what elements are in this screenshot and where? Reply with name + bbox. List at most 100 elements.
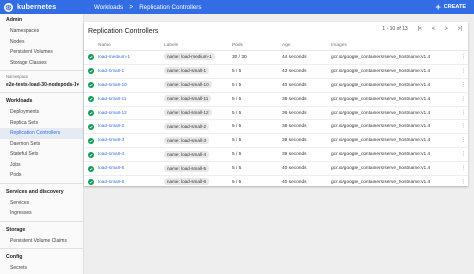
image: gcr.io/google_containers/serve_hostname:… [331,138,431,144]
sidebar-item-storage-classes[interactable]: Storage Classes [0,58,83,69]
image: gcr.io/google_containers/serve_hostname:… [331,110,431,116]
rc-name-link[interactable]: load-small-2 [98,124,164,129]
sidebar-item-namespaces[interactable]: Namespaces [0,26,83,37]
check-circle-icon [88,179,94,186]
sidebar-item-ingresses[interactable]: Ingresses [0,208,83,219]
breadcrumb-workloads[interactable]: Workloads [94,4,123,11]
age: 40 seconds [282,179,307,185]
age: 39 seconds [282,138,307,144]
pods-count: 30 / 30 [232,54,247,60]
more-vert-icon[interactable]: ⋮ [459,55,468,60]
header-images: Images [331,43,347,48]
rc-name-link[interactable]: load-small-1 [98,69,164,74]
sidebar-item-daemon-sets[interactable]: Daemon Sets [0,139,83,150]
sidebar-heading-discovery[interactable]: Services and discovery [0,186,83,198]
namespace-select[interactable]: e2e-tests-load-30-nodepods-1- ▾ [0,80,83,90]
label-chip: name: load-small-11 [164,95,212,103]
rc-name-link[interactable]: load-small-4 [98,152,164,157]
sidebar-heading-storage[interactable]: Storage [0,224,83,236]
sidebar-item-persistent-volumes[interactable]: Persistent Volumes [0,47,83,58]
next-page-icon[interactable]: > [445,26,448,32]
check-circle-icon [88,151,94,158]
divider [0,70,83,71]
rc-name-link[interactable]: load-small-6 [98,180,164,185]
image: gcr.io/google_containers/serve_hostname:… [331,82,431,88]
table-row: load-small-4 name: load-small-4 5 / 5 39… [84,148,468,163]
image: gcr.io/google_containers/serve_hostname:… [331,54,431,60]
check-circle-icon [88,165,94,172]
sidebar-item-persistent-volume-claims[interactable]: Persistent Volume Claims [0,236,83,247]
sidebar-item-jobs[interactable]: Jobs [0,160,83,171]
create-button[interactable]: + CREATE [436,0,466,14]
divider [0,92,83,93]
rc-table: Name Labels Pods Age Images load-medium-… [84,42,468,190]
check-circle-icon [88,54,94,61]
more-vert-icon[interactable]: ⋮ [459,124,468,129]
more-vert-icon[interactable]: ⋮ [459,166,468,171]
image: gcr.io/google_containers/serve_hostname:… [331,152,431,158]
age: 43 seconds [282,68,307,74]
header-age[interactable]: Age [282,42,331,50]
more-vert-icon[interactable]: ⋮ [459,138,468,143]
brand-name: kubernetes [17,3,57,11]
check-circle-icon [88,110,94,116]
more-vert-icon[interactable]: ⋮ [459,111,468,116]
pods-count: 5 / 5 [232,124,242,130]
rc-name-link[interactable]: load-medium-1 [98,55,164,60]
table-header: Name Labels Pods Age Images [84,42,468,51]
chevron-right-icon: > [129,3,134,11]
more-vert-icon[interactable]: ⋮ [459,97,468,102]
sidebar-item-replica-sets[interactable]: Replica Sets [0,118,83,129]
table-row: load-small-11 name: load-small-11 5 / 5 … [84,93,468,107]
divider [0,182,83,184]
breadcrumb-current: Replication Controllers [139,3,202,11]
rc-name-link[interactable]: load-small-12 [98,111,164,116]
sidebar-item-stateful-sets[interactable]: Stateful Sets [0,149,83,160]
sidebar-item-secrets[interactable]: Secrets [0,263,83,274]
rc-name-link[interactable]: load-small-10 [98,83,164,88]
table-row: load-small-10 name: load-small-10 5 / 5 … [84,79,468,93]
table-row: load-small-2 name: load-small-2 5 / 5 36… [84,120,468,135]
more-vert-icon[interactable]: ⋮ [459,180,468,185]
sidebar-heading-workloads[interactable]: Workloads [0,95,83,107]
check-circle-icon [88,96,94,103]
more-vert-icon[interactable]: ⋮ [459,152,468,157]
more-vert-icon[interactable]: ⋮ [459,69,468,74]
sidebar-item-replication-controllers[interactable]: Replication Controllers [0,128,83,139]
label-chip: name: load-small-2 [164,122,210,130]
check-circle-icon [88,68,94,75]
label-chip: name: load-small-5 [164,164,210,172]
rc-name-link[interactable]: load-small-11 [98,97,164,102]
sidebar-item-deployments[interactable]: Deployments [0,107,83,118]
sidebar-item-pods[interactable]: Pods [0,170,83,181]
check-circle-icon [88,123,94,130]
label-chip: name: load-small-1 [164,67,210,75]
age: 44 seconds [282,54,307,60]
label-chip: name: load-small-4 [164,150,210,158]
table-row: load-medium-1 name: load-medium-1 30 / 3… [84,51,468,65]
breadcrumb: Workloads > Replication Controllers [84,4,201,11]
sidebar-item-services[interactable]: Services [0,198,83,209]
pods-count: 5 / 5 [232,179,242,185]
first-page-icon[interactable]: |< [418,26,422,32]
sidebar: Admin Namespaces Nodes Persistent Volume… [0,14,84,274]
rc-name-link[interactable]: load-small-5 [98,166,164,171]
top-app-bar: kubernetes Workloads > Replication Contr… [0,0,474,14]
table-row: load-small-6 name: load-small-6 5 / 5 40… [84,176,468,190]
sidebar-heading-admin[interactable]: Admin [0,14,83,26]
table-row: load-small-5 name: load-small-5 5 / 5 40… [84,162,468,177]
last-page-icon[interactable]: >| [458,26,462,32]
sidebar-item-nodes[interactable]: Nodes [0,37,83,48]
header-name[interactable]: Name [98,42,164,50]
header-pods: Pods [232,43,243,48]
more-vert-icon[interactable]: ⋮ [459,83,468,88]
brand[interactable]: kubernetes [0,2,84,12]
table-row: load-small-12 name: load-small-12 5 / 5 … [84,107,468,121]
image: gcr.io/google_containers/serve_hostname:… [331,124,431,130]
check-circle-icon [88,137,94,144]
prev-page-icon[interactable]: < [432,26,435,32]
image: gcr.io/google_containers/serve_hostname:… [331,179,431,185]
rc-name-link[interactable]: load-small-3 [98,138,164,143]
header-labels: Labels [164,43,179,48]
sidebar-heading-config[interactable]: Config [0,251,83,263]
